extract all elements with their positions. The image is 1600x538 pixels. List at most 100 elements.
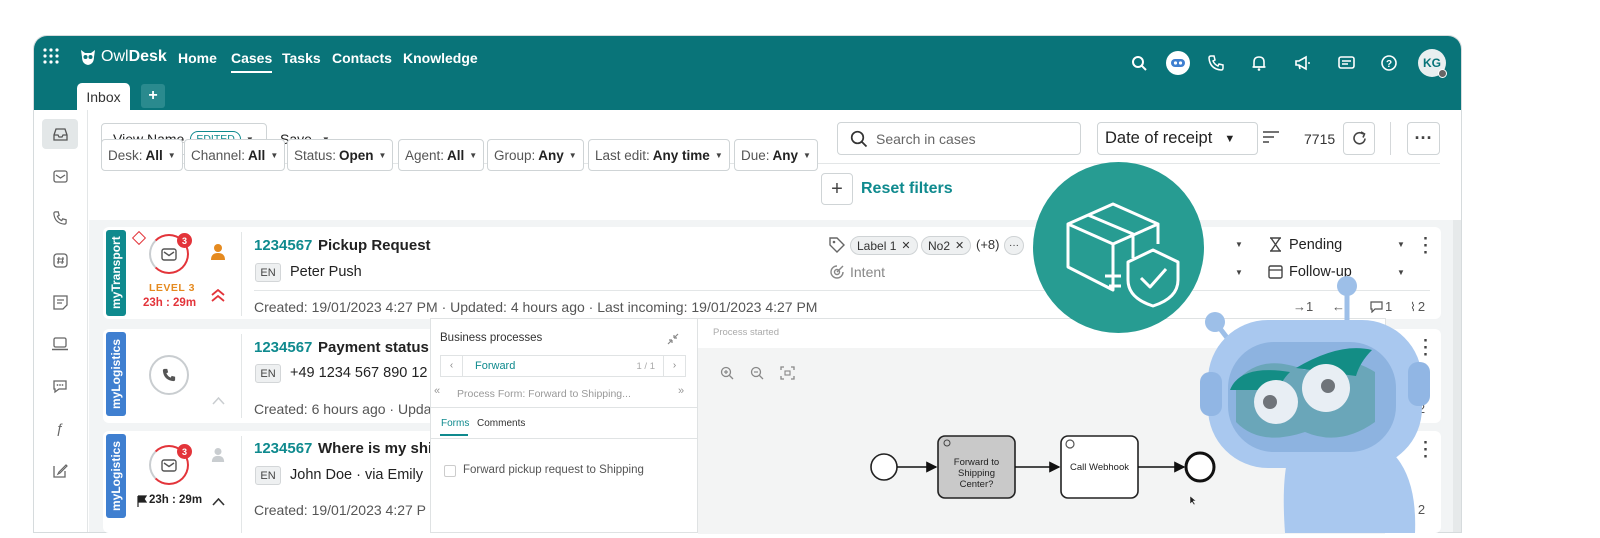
filter-last-edit-label: Last edit: (595, 147, 650, 163)
filter-status-label: Status: (294, 147, 337, 163)
case-count: 7715 (1304, 131, 1336, 147)
case-title[interactable]: Where is my shi (318, 440, 432, 457)
nav-tasks[interactable]: Tasks (282, 50, 321, 66)
process-name[interactable]: Forward (475, 360, 637, 372)
filter-last-edit[interactable]: Last edit: Any time ▼ (588, 139, 730, 171)
more-labels-button[interactable]: ··· (1004, 236, 1024, 255)
refresh-button[interactable] (1343, 122, 1375, 155)
user-initials: KG (1423, 56, 1441, 70)
forward-checkbox[interactable] (444, 465, 456, 477)
more-labels-count[interactable]: (+8) (976, 237, 999, 252)
filter-channel[interactable]: Channel: All ▼ (184, 139, 286, 171)
intent-field[interactable]: Intent (850, 264, 885, 280)
start-event[interactable] (870, 453, 898, 481)
language-badge: EN (255, 263, 281, 282)
filter-group-label: Group: (494, 147, 536, 163)
filter-status[interactable]: Status: Open ▼ (287, 139, 394, 171)
tab-comments[interactable]: Comments (477, 418, 525, 429)
desk-tag: myLogistics (106, 332, 126, 416)
chevron-down-icon[interactable]: ▼ (1235, 240, 1243, 249)
case-level: LEVEL 3 (149, 282, 195, 294)
sort-field-label: Date of receipt (1105, 129, 1213, 147)
search-icon (850, 130, 868, 147)
case-label[interactable]: Label 1 ✕ (850, 236, 918, 255)
chevron-down-icon[interactable]: ▼ (1397, 240, 1405, 249)
column-divider (241, 436, 242, 533)
contact-name[interactable]: John Doe · via Emily (290, 467, 423, 483)
forward-checkbox-label[interactable]: Forward pickup request to Shipping (463, 464, 644, 476)
filter-agent[interactable]: Agent: All ▼ (398, 139, 485, 171)
scrollbar-track[interactable] (1453, 220, 1461, 532)
monitor-icon[interactable] (42, 329, 78, 359)
search-field[interactable]: Search in cases (837, 122, 1081, 155)
filter-due[interactable]: Due: Any ▼ (734, 139, 818, 171)
close-icon[interactable]: ✕ (955, 239, 964, 252)
filter-due-label: Due: (741, 147, 770, 163)
double-chevron-left-icon[interactable]: « (434, 385, 440, 397)
tab-forms-underline (440, 434, 468, 436)
hashtag-channel-icon[interactable] (42, 245, 78, 275)
nav-contacts[interactable]: Contacts (332, 50, 392, 66)
secure-package-icon (1033, 162, 1204, 333)
phone-icon[interactable] (42, 203, 78, 233)
case-title[interactable]: Payment status (318, 339, 429, 356)
tab-inbox[interactable]: Inbox (77, 83, 130, 110)
presence-dot (1438, 69, 1447, 78)
collapse-icon[interactable] (667, 332, 679, 350)
notes-icon[interactable] (42, 287, 78, 317)
case-label[interactable]: No2 ✕ (921, 236, 972, 255)
sort-order-icon[interactable] (1262, 130, 1282, 148)
chevron-left-icon[interactable]: ‹ (441, 356, 463, 376)
zoom-out-icon[interactable] (750, 366, 764, 385)
filter-channel-label: Channel: (191, 147, 246, 163)
assistant-bot-icon[interactable] (1166, 51, 1190, 75)
tag-icon (829, 237, 845, 258)
reset-filters-link[interactable]: Reset filters (861, 180, 953, 198)
add-tab-button[interactable]: + (141, 84, 165, 108)
case-menu-icon[interactable]: · · · (1422, 230, 1430, 261)
add-filter-button[interactable]: + (821, 173, 853, 205)
phone-icon[interactable] (1205, 52, 1227, 74)
chevron-down-icon: ▼ (469, 150, 478, 160)
inbox-icon[interactable] (42, 119, 78, 149)
apps-grid-icon[interactable] (43, 48, 59, 64)
announcements-megaphone-icon[interactable] (1291, 52, 1313, 74)
user-avatar[interactable]: KG (1418, 49, 1447, 78)
mouse-cursor-icon (1189, 493, 1197, 511)
sort-field-select[interactable]: Date of receipt ▼ (1097, 122, 1258, 155)
contact-phone[interactable]: +49 1234 567 890 12 (290, 365, 427, 381)
language-badge: EN (255, 364, 281, 383)
chevron-right-icon[interactable]: › (663, 356, 685, 376)
chat-icon[interactable] (42, 371, 78, 401)
tab-forms[interactable]: Forms (441, 418, 469, 429)
messages-icon[interactable] (1335, 52, 1357, 74)
contact-name[interactable]: Peter Push (290, 264, 362, 280)
chevron-down-icon: ▼ (1224, 132, 1236, 145)
task-forward-line-1: Forward to (954, 457, 999, 468)
double-chevron-right-icon[interactable]: » (678, 385, 684, 397)
case-id[interactable]: 1234567 (254, 440, 312, 457)
case-title[interactable]: Pickup Request (318, 237, 431, 254)
owldesk-logo[interactable]: Owl Desk (78, 46, 167, 68)
close-icon[interactable]: ✕ (901, 239, 910, 252)
nav-cases[interactable]: Cases (231, 50, 273, 73)
filter-group[interactable]: Group: Any ▼ (487, 139, 584, 171)
task-forward-line-2: Shipping (958, 468, 995, 479)
sla-timer: 23h : 29m (143, 297, 197, 309)
fit-view-icon[interactable] (780, 366, 795, 385)
case-id[interactable]: 1234567 (254, 237, 312, 254)
plus-icon: + (831, 177, 843, 200)
email-icon[interactable] (42, 161, 78, 191)
filter-desk[interactable]: Desk: All ▼ (101, 139, 183, 171)
social-f-icon[interactable]: ƒ (42, 413, 78, 443)
help-icon[interactable]: ? (1378, 52, 1400, 74)
nav-knowledge[interactable]: Knowledge (403, 50, 478, 66)
more-options-button[interactable]: ··· (1407, 122, 1440, 155)
nav-home[interactable]: Home (178, 50, 217, 66)
case-status[interactable]: Pending (1289, 237, 1342, 253)
notifications-bell-icon[interactable] (1248, 52, 1270, 74)
compose-icon[interactable] (42, 455, 78, 485)
search-icon[interactable] (1128, 52, 1150, 74)
zoom-in-icon[interactable] (720, 366, 734, 385)
case-id[interactable]: 1234567 (254, 339, 312, 356)
